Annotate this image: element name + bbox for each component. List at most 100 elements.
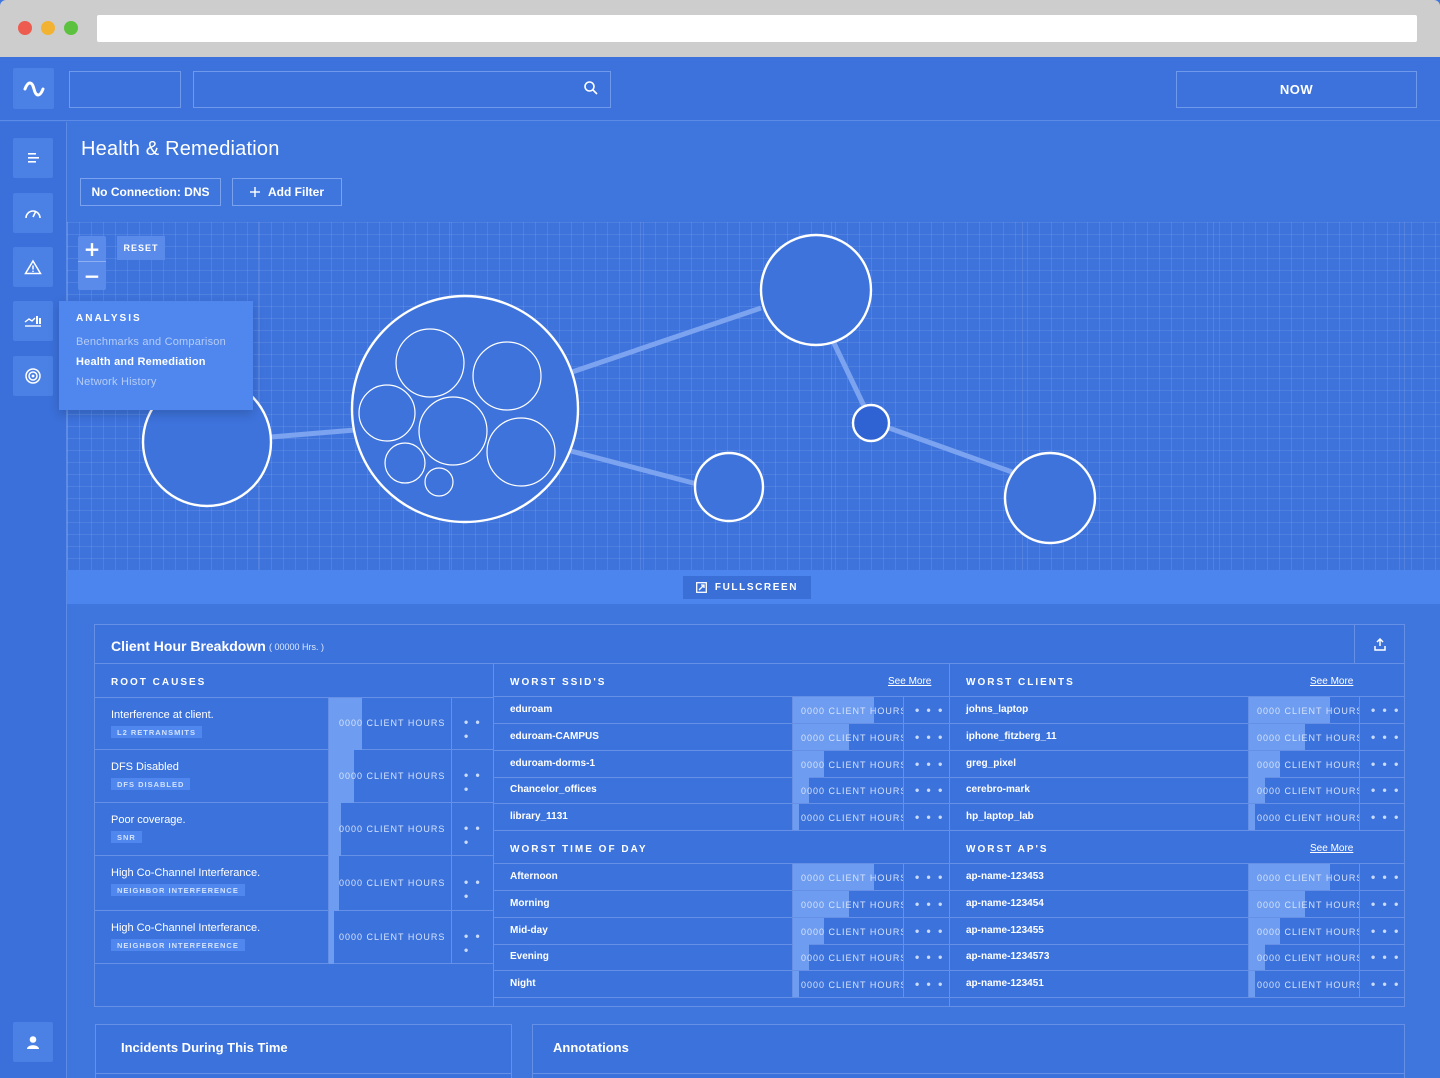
graph-edge xyxy=(566,447,698,487)
client-hours-value: 0000 CLIENT HOURS xyxy=(801,706,904,716)
root-cause-row[interactable]: High Co-Channel Interferance. NEIGHBOR IN… xyxy=(95,911,493,964)
worst-ssids-row[interactable]: eduroam 0000 CLIENT HOURS • • • xyxy=(494,697,949,724)
more-options-button[interactable]: • • • xyxy=(1371,950,1400,964)
graph-node-selected[interactable] xyxy=(851,403,891,443)
more-options-button[interactable]: • • • xyxy=(464,715,493,743)
worst-ssids-row[interactable]: eduroam-CAMPUS 0000 CLIENT HOURS • • • xyxy=(494,723,949,751)
graph-subnode[interactable] xyxy=(358,384,416,442)
sidebar-item-dashboard[interactable] xyxy=(13,193,53,233)
more-options-button[interactable]: • • • xyxy=(915,730,944,744)
more-options-button[interactable]: • • • xyxy=(1371,924,1400,938)
reset-button[interactable]: RESET xyxy=(117,236,165,260)
graph-subnode[interactable] xyxy=(486,417,556,487)
search-icon[interactable] xyxy=(583,80,599,96)
graph-subnode[interactable] xyxy=(395,328,465,398)
url-bar[interactable] xyxy=(97,15,1417,42)
worst-aps-row[interactable]: ap-name-123454 0000 CLIENT HOURS • • • xyxy=(950,890,1405,918)
more-options-button[interactable]: • • • xyxy=(1371,703,1400,717)
more-options-button[interactable]: • • • xyxy=(464,875,493,903)
graph-subnode[interactable] xyxy=(384,442,426,484)
add-filter-button[interactable]: Add Filter xyxy=(232,178,342,206)
topology-graph[interactable] xyxy=(67,222,1440,570)
graph-subnode[interactable] xyxy=(424,467,454,497)
sidebar-item-menu[interactable] xyxy=(13,138,53,178)
more-options-button[interactable]: • • • xyxy=(464,929,493,957)
filter-chip[interactable]: No Connection: DNS xyxy=(80,178,221,206)
fullscreen-button[interactable]: FULLSCREEN xyxy=(683,576,811,599)
more-options-button[interactable]: • • • xyxy=(1371,977,1400,991)
sidebar-item-user[interactable] xyxy=(13,1022,53,1062)
graph-node[interactable] xyxy=(759,233,873,347)
more-options-button[interactable]: • • • xyxy=(1371,810,1400,824)
more-options-button[interactable]: • • • xyxy=(915,950,944,964)
minimize-window-button[interactable] xyxy=(41,21,55,35)
zoom-out-button[interactable]: − xyxy=(78,263,106,289)
more-options-button[interactable]: • • • xyxy=(915,870,944,884)
scope-selector[interactable] xyxy=(69,71,181,108)
worst-time-of-day-row[interactable]: Night 0000 CLIENT HOURS • • • xyxy=(494,971,949,999)
more-options-button[interactable]: • • • xyxy=(464,768,493,796)
menu-item-network-history[interactable]: Network History xyxy=(76,376,236,388)
more-options-button[interactable]: • • • xyxy=(1371,783,1400,797)
graph-subnode[interactable] xyxy=(472,341,542,411)
more-options-button[interactable]: • • • xyxy=(915,977,944,991)
menu-item-benchmarks[interactable]: Benchmarks and Comparison xyxy=(76,336,236,348)
more-options-button[interactable]: • • • xyxy=(1371,870,1400,884)
more-options-button[interactable]: • • • xyxy=(1371,757,1400,771)
export-button[interactable] xyxy=(1354,625,1404,664)
worst-aps-row[interactable]: ap-name-123455 0000 CLIENT HOURS • • • xyxy=(950,917,1405,945)
worst-ssids-row[interactable]: library_1131 0000 CLIENT HOURS • • • xyxy=(494,804,949,832)
see-more-link[interactable]: See More xyxy=(888,676,931,687)
graph-subnode[interactable] xyxy=(418,396,488,466)
root-cause-row[interactable]: Poor coverage. SNR 0000 CLIENT HOURS • • • xyxy=(95,803,493,856)
client-hours-value: 0000 CLIENT HOURS xyxy=(1257,813,1360,824)
root-cause-row[interactable]: DFS Disabled DFS DISABLED 0000 CLIENT HOUR… xyxy=(95,750,493,803)
more-options-button[interactable]: • • • xyxy=(915,924,944,938)
client-hours-value: 0000 CLIENT HOURS xyxy=(801,813,904,824)
root-cause-label: High Co-Channel Interferance. xyxy=(111,867,261,879)
worst-clients-row[interactable]: hp_laptop_lab 0000 CLIENT HOURS • • • xyxy=(950,804,1405,832)
close-window-button[interactable] xyxy=(18,21,32,35)
more-options-button[interactable]: • • • xyxy=(1371,897,1400,911)
worst-aps-row[interactable]: ap-name-123453 0000 CLIENT HOURS • • • xyxy=(950,864,1405,891)
see-more-link[interactable]: See More xyxy=(1310,843,1353,854)
zoom-in-button[interactable]: + xyxy=(78,236,106,262)
worst-time-of-day-row[interactable]: Afternoon 0000 CLIENT HOURS • • • xyxy=(494,864,949,891)
worst-ssids-row[interactable]: Chancelor_offices 0000 CLIENT HOURS • • • xyxy=(494,777,949,805)
root-cause-row[interactable]: High Co-Channel Interferance. NEIGHBOR IN… xyxy=(95,856,493,911)
worst-clients-row[interactable]: johns_laptop 0000 CLIENT HOURS • • • xyxy=(950,697,1405,724)
worst-clients-row[interactable]: greg_pixel 0000 CLIENT HOURS • • • xyxy=(950,750,1405,778)
worst-aps-row[interactable]: ap-name-123451 0000 CLIENT HOURS • • • xyxy=(950,971,1405,999)
logo[interactable] xyxy=(13,68,54,109)
worst-clients-row[interactable]: cerebro-mark 0000 CLIENT HOURS • • • xyxy=(950,777,1405,805)
worst-ssids-row[interactable]: eduroam-dorms-1 0000 CLIENT HOURS • • • xyxy=(494,750,949,778)
more-options-button[interactable]: • • • xyxy=(1371,730,1400,744)
graph-node[interactable] xyxy=(693,451,765,523)
more-options-button[interactable]: • • • xyxy=(915,703,944,717)
sidebar-item-analysis[interactable] xyxy=(13,301,53,341)
worst-time-of-day-row[interactable]: Morning 0000 CLIENT HOURS • • • xyxy=(494,890,949,918)
sidebar-item-target[interactable] xyxy=(13,356,53,396)
more-options-button[interactable]: • • • xyxy=(915,897,944,911)
search-input[interactable] xyxy=(193,71,611,108)
logo-icon xyxy=(23,81,44,96)
more-options-button[interactable]: • • • xyxy=(915,783,944,797)
worst-clients-row[interactable]: iphone_fitzberg_11 0000 CLIENT HOURS • • • xyxy=(950,723,1405,751)
sidebar-item-alerts[interactable] xyxy=(13,247,53,287)
root-cause-row[interactable]: Interference at client. L2 RETRANSMITS 000… xyxy=(95,698,493,750)
client-hours-value: 0000 CLIENT HOURS xyxy=(339,718,446,728)
maximize-window-button[interactable] xyxy=(64,21,78,35)
upload-icon xyxy=(1373,638,1386,651)
see-more-link[interactable]: See More xyxy=(1310,676,1353,687)
graph-node[interactable] xyxy=(1003,451,1097,545)
more-options-button[interactable]: • • • xyxy=(464,821,493,849)
worst-time-of-day-row[interactable]: Mid-day 0000 CLIENT HOURS • • • xyxy=(494,917,949,945)
time-now-button[interactable]: NOW xyxy=(1176,71,1417,108)
worst-aps-row[interactable]: ap-name-1234573 0000 CLIENT HOURS • • • xyxy=(950,944,1405,972)
menu-item-health-remediation[interactable]: Health and Remediation xyxy=(76,356,236,368)
client-hours-value: 0000 CLIENT HOURS xyxy=(801,732,904,743)
more-options-button[interactable]: • • • xyxy=(915,810,944,824)
client-hours-bar: 0000 CLIENT HOURS xyxy=(792,750,904,777)
more-options-button[interactable]: • • • xyxy=(915,757,944,771)
worst-time-of-day-row[interactable]: Evening 0000 CLIENT HOURS • • • xyxy=(494,944,949,972)
